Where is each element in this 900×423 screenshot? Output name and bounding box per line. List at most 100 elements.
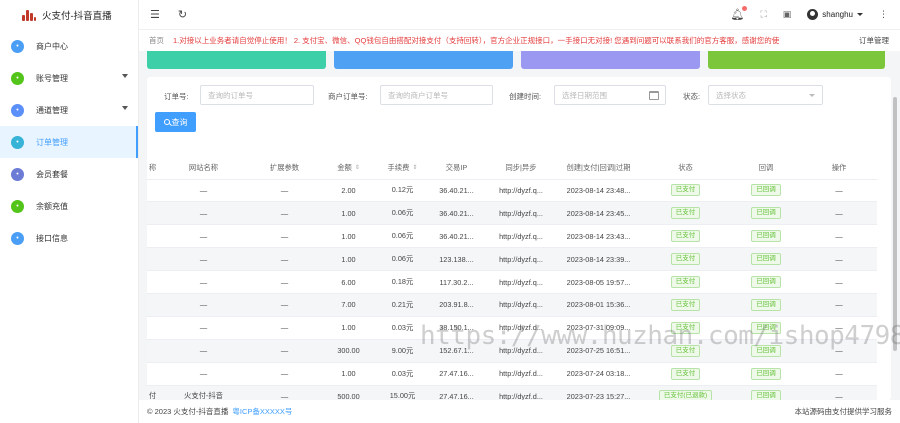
table-row[interactable]: — — 6.00 0.18元 117.30.2... http://dyzf.q... 20… bbox=[147, 270, 877, 294]
cell-text: 300.00 bbox=[337, 346, 360, 356]
cell-text: 36.40.21... bbox=[439, 185, 474, 195]
cell-op: — bbox=[801, 270, 877, 294]
status-select[interactable]: 选择状态 bbox=[708, 85, 823, 105]
breadcrumb-home[interactable]: 首页 bbox=[149, 35, 164, 46]
cell-fee: 9.00元 bbox=[377, 339, 428, 363]
cell-ext: — bbox=[249, 385, 320, 400]
callback-badge: 已回调 bbox=[751, 298, 781, 311]
cell-text: — bbox=[835, 391, 843, 400]
column-header: 称 bbox=[147, 157, 158, 180]
cell-time: 2023-07-24 03:18... bbox=[557, 362, 640, 386]
cell-text: 15.00元 bbox=[389, 391, 416, 400]
cell-fee: 0.06元 bbox=[377, 247, 428, 272]
cell-sync: http://dyzf.q... bbox=[485, 179, 557, 203]
cell-amount: 1.00 bbox=[320, 224, 377, 249]
table-row[interactable]: — — 7.00 0.21元 203.91.8... http://dyzf.q... 20… bbox=[147, 293, 877, 317]
cell-ext: — bbox=[249, 270, 320, 294]
brand[interactable]: 火支付-抖音直播 bbox=[0, 0, 138, 30]
page-scrollbar[interactable] bbox=[893, 97, 897, 351]
table-row[interactable]: — — 1.00 0.06元 36.40.21... http://dyzf.q... 20… bbox=[147, 224, 877, 249]
cell-text: — bbox=[199, 231, 208, 241]
cell-c0 bbox=[147, 339, 158, 363]
table-row[interactable]: 付 火支付-抖音 — 500.00 15.00元 27.47.16... http://dy… bbox=[147, 385, 877, 400]
footer-copyright: © 2023 火支付-抖音直播 bbox=[147, 407, 229, 416]
sidebar-item-order[interactable]: • 订单管理 bbox=[0, 126, 138, 158]
cell-c0 bbox=[147, 293, 158, 317]
cell-sync: http://dyzf.d... bbox=[485, 385, 557, 400]
column-header-label: 网站名称 bbox=[188, 162, 219, 172]
calendar-icon bbox=[649, 91, 659, 100]
cell-text: 2023-07-31 09:09... bbox=[566, 323, 631, 333]
cell-fee: 15.00元 bbox=[377, 385, 428, 400]
cell-text: — bbox=[280, 323, 289, 333]
cell-sync: http://dyzf.q... bbox=[485, 224, 557, 249]
merchant-order-no-input[interactable]: 查询的商户订单号 bbox=[380, 85, 493, 105]
refresh-icon[interactable]: ↻ bbox=[178, 8, 187, 21]
cell-text: 2023-08-01 15:36... bbox=[566, 300, 631, 310]
footer-icp-link[interactable]: 粤ICP备XXXXX号 bbox=[232, 406, 292, 417]
sidebar-item-package[interactable]: • 会员套餐 bbox=[0, 158, 138, 190]
cell-fee: 0.06元 bbox=[377, 224, 428, 249]
cell-text: — bbox=[199, 346, 208, 356]
table-row[interactable]: — — 1.00 0.06元 123.138.... http://dyzf.q... 20… bbox=[147, 247, 877, 272]
cell-site: — bbox=[158, 201, 249, 226]
sidebar-item-api[interactable]: • 接口信息 bbox=[0, 222, 138, 254]
cell-time: 2023-08-14 23:39... bbox=[557, 247, 640, 272]
column-header-label: 操作 bbox=[831, 162, 847, 172]
column-header[interactable]: 手续费 ⇕ bbox=[377, 157, 428, 180]
notification-bell-icon[interactable]: 🔔︎ bbox=[731, 6, 748, 21]
column-header[interactable]: 金额 ⇕ bbox=[320, 157, 377, 180]
table-row[interactable]: — — 1.00 0.03元 27.47.16... http://dyzf.d... 20… bbox=[147, 362, 877, 386]
status-badge: 已支付 bbox=[670, 367, 701, 380]
sidebar-item-shop[interactable]: • 商户中心 bbox=[0, 30, 138, 62]
cell-c0: 付 bbox=[147, 385, 158, 400]
column-header-label: 金额 bbox=[337, 162, 352, 172]
order-no-input[interactable]: 查询的订单号 bbox=[200, 85, 314, 105]
user-menu[interactable]: shanghu bbox=[807, 9, 863, 20]
date-range-picker[interactable]: 选择日期范围 bbox=[554, 85, 666, 105]
sort-icon[interactable]: ⇕ bbox=[412, 164, 417, 171]
cell-sync: http://dyzf.d... bbox=[485, 362, 557, 386]
status-badge: 已支付(已退款) bbox=[658, 390, 713, 400]
cell-amount: 2.00 bbox=[320, 179, 377, 203]
cell-status: 已支付 bbox=[640, 224, 731, 249]
cell-text: 38.150.1... bbox=[439, 323, 474, 333]
stat-card-3 bbox=[521, 51, 700, 69]
table-row[interactable]: — — 300.00 9.00元 152.67.1... http://dyzf.d...… bbox=[147, 339, 877, 363]
table-row[interactable]: — — 1.00 0.03元 38.150.1... http://dyzf.d... 20… bbox=[147, 316, 877, 340]
query-button[interactable]: 查询 bbox=[155, 112, 196, 132]
notice-marquee: 1.对接以上业务者请自觉停止使用！ 2. 支付宝、微信、QQ钱包自由搭配对接支付… bbox=[173, 36, 780, 45]
cell-callback: 已回调 bbox=[731, 179, 801, 203]
cell-text: 2023-08-14 23:45... bbox=[566, 208, 631, 218]
column-header: 同步|异步 bbox=[485, 157, 557, 180]
cell-amount: 500.00 bbox=[320, 385, 377, 400]
chevron-down-icon bbox=[857, 13, 863, 16]
cell-time: 2023-07-31 09:09... bbox=[557, 316, 640, 340]
column-header-label: 状态 bbox=[678, 162, 693, 172]
fullscreen-icon[interactable]: ⛶ bbox=[760, 9, 766, 20]
lock-icon[interactable]: ▣ bbox=[783, 9, 792, 20]
cell-site: — bbox=[158, 179, 249, 203]
more-vertical-icon[interactable]: ⋮ bbox=[879, 9, 888, 20]
cell-text: 1.00 bbox=[341, 323, 356, 333]
footer: © 2023 火支付-抖音直播 粤ICP备XXXXX号 本站源码由支付提供学习服… bbox=[139, 400, 900, 423]
sidebar-item-channel[interactable]: • 通道管理 bbox=[0, 94, 138, 126]
table-header-row: 称网站名称 扩展参数 金额 ⇕ 手续费 ⇕ 交易IP 同步|异步 创建|支付|回调|过期 状态 回调… bbox=[147, 157, 877, 180]
table-row[interactable]: — — 1.00 0.06元 36.40.21... http://dyzf.q... 20… bbox=[147, 201, 877, 226]
cell-text: 1.00 bbox=[341, 231, 356, 241]
sort-icon[interactable]: ⇕ bbox=[355, 164, 360, 171]
cell-callback: 已回调 bbox=[731, 224, 801, 249]
sidebar-item-user[interactable]: • 账号管理 bbox=[0, 62, 138, 94]
table-row[interactable]: — — 2.00 0.12元 36.40.21... http://dyzf.q... 20… bbox=[147, 179, 877, 203]
cell-status: 已支付 bbox=[640, 362, 731, 386]
callback-badge: 已回调 bbox=[751, 344, 781, 357]
cell-status: 已支付(已退款) bbox=[640, 385, 731, 400]
cell-text: — bbox=[835, 254, 843, 264]
status-select-placeholder: 选择状态 bbox=[716, 90, 746, 100]
cell-time: 2023-08-14 23:48... bbox=[557, 179, 640, 203]
sidebar-item-recharge[interactable]: • 余额充值 bbox=[0, 190, 138, 222]
cell-text: 0.06元 bbox=[391, 254, 414, 264]
stat-card-4 bbox=[708, 51, 885, 69]
cell-text: — bbox=[199, 323, 208, 333]
menu-toggle-icon[interactable]: ☰ bbox=[150, 8, 160, 21]
